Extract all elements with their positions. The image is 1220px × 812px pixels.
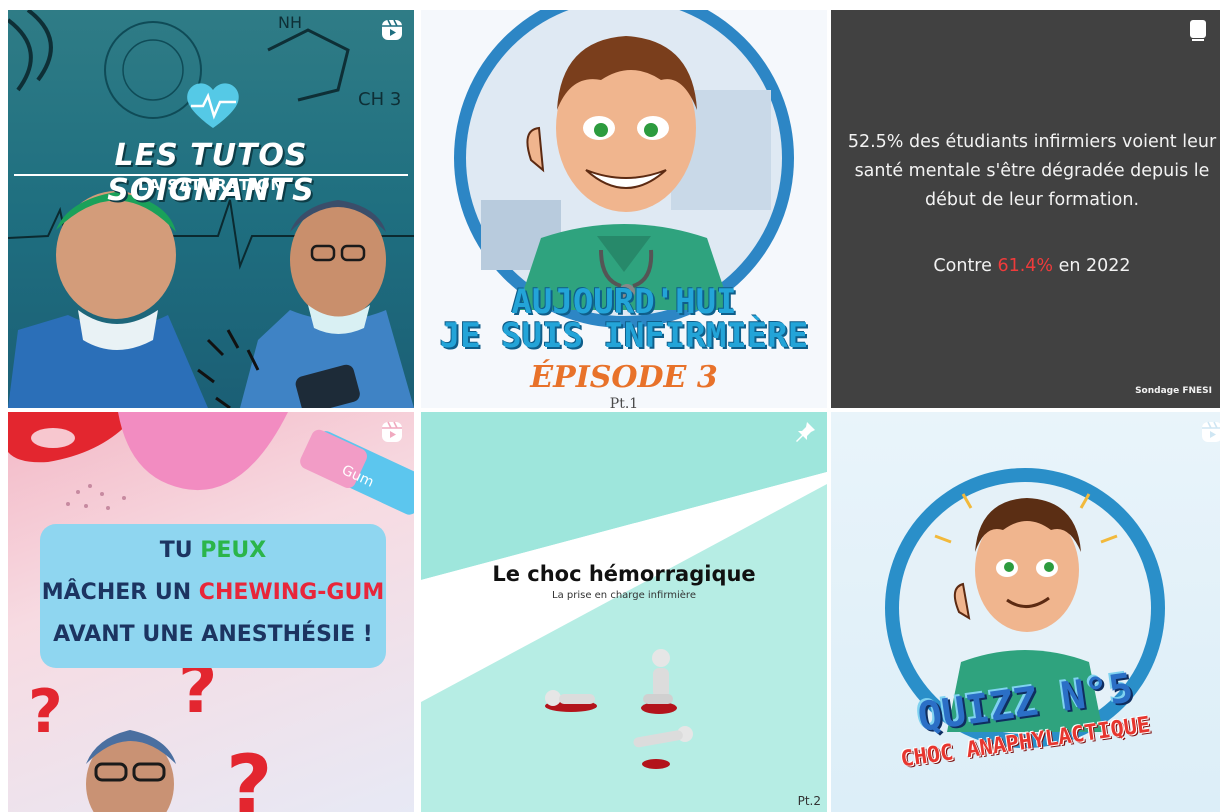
part-label: Pt.1 — [609, 396, 639, 408]
post-subtitle: La prise en charge infirmière — [552, 590, 696, 601]
comparison-prefix: Contre — [933, 256, 998, 276]
part-label: Pt.2 — [797, 794, 821, 808]
post-subtitle: LA SATURATION — [137, 176, 285, 194]
post-tile-quizz-5[interactable]: QUIZZ N°5 CHOC ANAPHYLACTIQUE — [831, 412, 1220, 812]
headline-line1: TU PEUX — [159, 538, 267, 563]
svg-text:?: ? — [226, 738, 272, 812]
reels-icon — [382, 421, 402, 442]
carousel-icon — [1190, 20, 1206, 41]
svg-text:NH: NH — [278, 13, 302, 32]
post-tile-tutos-soignants[interactable]: CH 3 NH LES TUTOS SOIGNANTS LA SATURATIO… — [8, 10, 414, 408]
post-title: Le choc hémorragique — [492, 562, 756, 586]
headline-line2: MÂCHER UN CHEWING-GUM — [41, 580, 385, 605]
post-title-line2: JE SUIS INFIRMIÈRE — [439, 316, 809, 356]
reels-icon — [1202, 421, 1220, 442]
episode-label: ÉPISODE 3 — [530, 360, 718, 395]
post-tile-choc-hemorragique[interactable]: Le choc hémorragique La prise en charge … — [421, 412, 827, 812]
survey-text: 52.5% des étudiants infirmiers voient le… — [847, 132, 1217, 210]
comparison-value: 61.4% — [997, 256, 1054, 276]
profile-post-grid: CH 3 NH LES TUTOS SOIGNANTS LA SATURATIO… — [0, 0, 1220, 812]
svg-text:?: ? — [28, 677, 63, 747]
headline-line3: AVANT UNE ANESTHÉSIE ! — [53, 622, 373, 647]
comparison-suffix: en 2022 — [1053, 256, 1131, 276]
post-tile-aujourdhui-infirmiere[interactable]: AUJOURD'HUI JE SUIS INFIRMIÈRE ÉPISODE 3… — [421, 10, 827, 408]
svg-text:CH 3: CH 3 — [358, 89, 401, 110]
reels-icon — [382, 19, 402, 40]
chewing-gum-card: TU PEUX MÂCHER UN CHEWING-GUM AVANT UNE … — [40, 524, 386, 668]
tutos-soignants-artwork: CH 3 NH — [8, 10, 414, 408]
post-tile-chewing-gum[interactable]: Gum ? ? ? TU PEUX MÂCHER UN CHEWING-GUM … — [8, 412, 414, 812]
pin-icon — [796, 422, 815, 442]
post-tile-sondage-fnesi[interactable]: 52.5% des étudiants infirmiers voient le… — [831, 10, 1220, 408]
post-title: LES TUTOS SOIGNANTS — [107, 138, 315, 208]
comparison-text: Contre 61.4% en 2022 — [847, 256, 1217, 276]
source-label: Sondage FNESI — [1135, 386, 1212, 396]
hemorrhagic-shock-artwork — [421, 412, 827, 812]
